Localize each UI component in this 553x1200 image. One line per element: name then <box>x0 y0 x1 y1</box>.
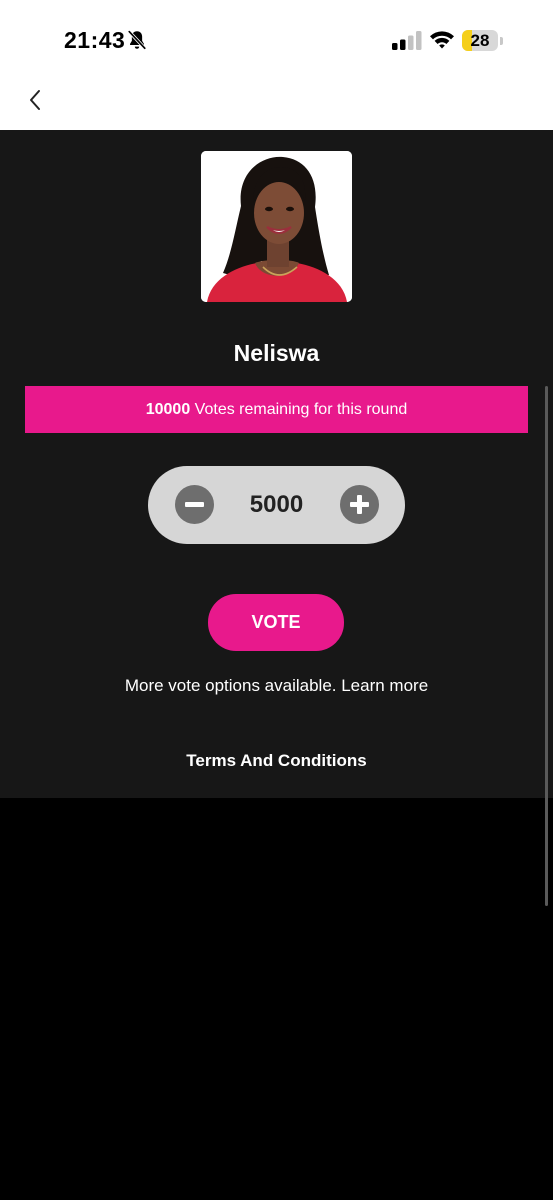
wifi-icon <box>430 31 454 49</box>
signal-icon <box>392 31 422 50</box>
contestant-photo <box>201 151 352 302</box>
contestant-name: Neliswa <box>233 340 320 366</box>
battery-icon: 28 <box>462 30 504 52</box>
votes-remaining-count: 10000 <box>145 401 191 418</box>
vote-quantity-value[interactable]: 5000 <box>218 466 335 544</box>
vote-button[interactable]: VOTE <box>208 594 344 651</box>
chevron-left-icon[interactable] <box>22 86 50 114</box>
status-bar: 21:43 28 <box>0 0 553 70</box>
plus-icon[interactable] <box>340 485 379 524</box>
vote-quantity-stepper: 5000 <box>148 466 405 544</box>
minus-icon[interactable] <box>175 485 214 524</box>
status-time: 21:43 <box>64 27 126 53</box>
bell-slash-icon <box>127 29 147 50</box>
more-vote-options-link[interactable]: More vote options available. Learn more <box>0 676 553 696</box>
nav-bar <box>0 70 553 130</box>
terms-and-conditions-link[interactable]: Terms And Conditions <box>0 751 553 771</box>
scrollbar[interactable] <box>545 386 548 906</box>
vote-panel: Neliswa 10000 Votes remaining for this r… <box>0 130 553 906</box>
battery-level: 28 <box>470 31 490 50</box>
votes-remaining-banner: 10000 Votes remaining for this round <box>25 386 528 433</box>
votes-remaining-text: Votes remaining for this round <box>190 401 408 418</box>
